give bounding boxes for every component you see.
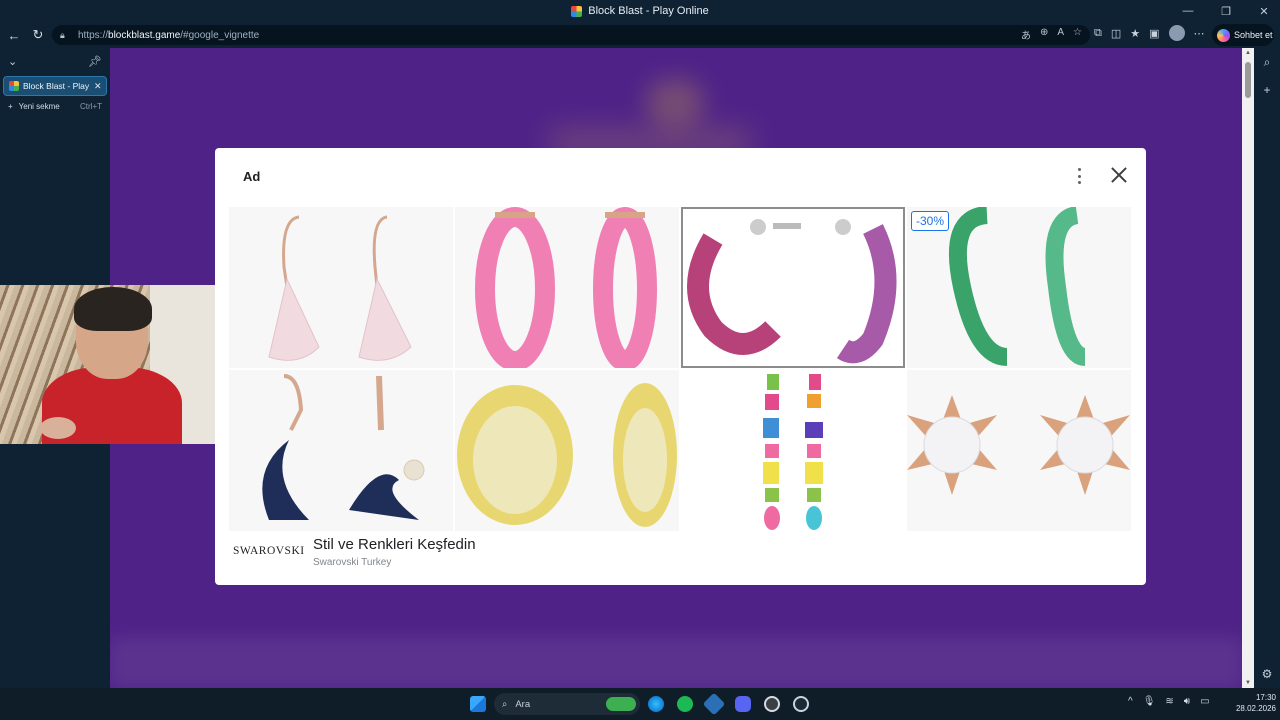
product-grid: -30% [229,207,1133,531]
window-titlebar: Block Blast - Play Online — ❐ ✕ [0,0,1280,22]
webcam-overlay [0,285,219,444]
tab-favicon-icon [9,81,19,91]
taskbar [0,688,1280,720]
plus-icon: + [8,102,13,111]
window-title: Block Blast - Play Online [571,5,709,17]
new-tab-label: Yeni sekme [18,102,60,111]
ad-vignette: Ad i [215,148,1146,585]
scrollbar-thumb[interactable] [1245,62,1251,98]
restore-button[interactable]: ❐ [1216,5,1236,18]
address-bar[interactable]: 🔒︎ https://blockblast.game/#google_vigne… [52,25,1090,45]
zoom-icon[interactable]: ⊕ [1040,27,1048,42]
copilot-label: Sohbet et [1234,30,1273,40]
tab-actions-chevron-icon[interactable]: ⌄ [8,55,17,68]
minimize-button[interactable]: — [1178,5,1198,17]
url-prefix: https:// [78,29,109,41]
product-tile[interactable] [681,370,905,531]
product-tile[interactable] [229,207,453,368]
close-window-button[interactable]: ✕ [1254,5,1274,18]
product-tile[interactable]: -30% [907,207,1131,368]
translate-icon[interactable]: あ [1021,27,1031,42]
search-icon: ⌕ [502,698,508,710]
search-highlight-icon [606,697,636,711]
extensions-icon[interactable]: ⧉ [1094,27,1102,40]
pin-panel-icon[interactable]: 📌︎ [88,55,102,68]
star-flower-earrings-image [907,395,1130,495]
spotify-icon[interactable] [677,696,693,712]
clock-time: 17:30 [1255,693,1276,702]
discount-badge: -30% [911,211,950,231]
tab-block-blast[interactable]: Block Blast - Play O ✕ [3,76,107,96]
sidebar-settings-icon[interactable]: ⚙ [1254,660,1280,688]
tab-label: Block Blast - Play O [23,81,90,91]
moon-drop-earrings-image [262,374,425,520]
taskbar-search-placeholder: Ara [515,698,531,710]
start-button-icon[interactable] [470,696,486,712]
clock-date: 28.02.2026 [1235,704,1276,713]
page-scrollbar[interactable]: ▲ ▼ [1242,48,1254,688]
steam-icon[interactable] [793,696,809,712]
favorite-star-icon[interactable]: ☆ [1073,27,1082,42]
tray-chevron-icon[interactable]: ^ [1128,696,1133,707]
wifi-icon[interactable]: ≋ [1165,696,1173,707]
url-host: blockblast.game [108,29,181,41]
tab-close-icon[interactable]: ✕ [94,81,106,92]
sidebar-add-icon[interactable]: + [1254,76,1280,104]
url-path: /#google_vignette [180,29,260,41]
battery-icon[interactable]: ▭ [1200,696,1209,707]
window-title-text: Block Blast - Play Online [588,5,709,17]
product-tile[interactable] [455,370,679,531]
copilot-button[interactable]: Sohbet et [1212,24,1274,46]
refresh-button[interactable]: ↻ [26,23,50,47]
gold-pave-hoop-earrings-image [457,383,677,527]
split-screen-icon[interactable]: ◫ [1111,27,1121,40]
edge-sidebar-rail: ⌕ + ⚙ [1254,48,1280,688]
copilot-icon [1217,28,1230,42]
multicolor-drop-earrings-image [763,374,823,530]
discord-icon[interactable] [735,696,751,712]
read-aloud-icon[interactable]: A [1057,27,1064,42]
clear-drop-earrings-image [268,215,412,361]
product-tile[interactable] [229,370,453,531]
sidebar-search-icon[interactable]: ⌕ [1254,48,1280,76]
collections-icon[interactable]: ▣ [1149,27,1159,40]
taskbar-clock[interactable]: 17:30 28.02.2026 [1222,692,1276,714]
pink-hoop-earrings-image [475,207,657,368]
product-tile[interactable] [455,207,679,368]
microphone-icon[interactable]: 🎙︎ [1143,696,1156,707]
ad-headline[interactable]: Stil ve Renkleri Keşfedin [313,536,476,553]
volume-icon[interactable]: 🔊︎ [1184,696,1190,707]
system-tray: ^ 🎙︎ ≋ 🔊︎ ▭ [1128,696,1210,707]
site-favicon-icon [571,5,583,17]
browser-toolbar: ← ↻ 🔒︎ https://blockblast.game/#google_v… [0,22,1280,48]
new-tab-button[interactable]: + Yeni sekme Ctrl+T [0,102,110,111]
product-tile[interactable] [907,370,1131,531]
back-button[interactable]: ← [2,23,26,47]
lock-icon: 🔒︎ [60,29,65,40]
purple-gem-hoop-earrings-image [687,219,897,364]
product-tile-selected[interactable] [681,207,905,368]
ad-label: Ad [243,169,261,184]
profile-avatar[interactable] [1168,25,1185,41]
close-ad-button[interactable] [1108,164,1130,186]
ad-options-icon[interactable] [1072,166,1086,186]
ad-advertiser: Swarovski Turkey [313,557,392,568]
more-menu-icon[interactable]: ⋯ [1194,27,1205,40]
taskbar-search[interactable]: ⌕ Ara [494,693,640,715]
green-hoop-earrings-image [948,207,1087,366]
favorites-icon[interactable]: ★ [1130,27,1140,40]
edge-browser-icon[interactable] [648,696,664,712]
new-tab-shortcut: Ctrl+T [80,102,102,111]
obs-icon[interactable] [764,696,780,712]
brand-logo-text[interactable]: SWAROVSKI [233,545,305,557]
